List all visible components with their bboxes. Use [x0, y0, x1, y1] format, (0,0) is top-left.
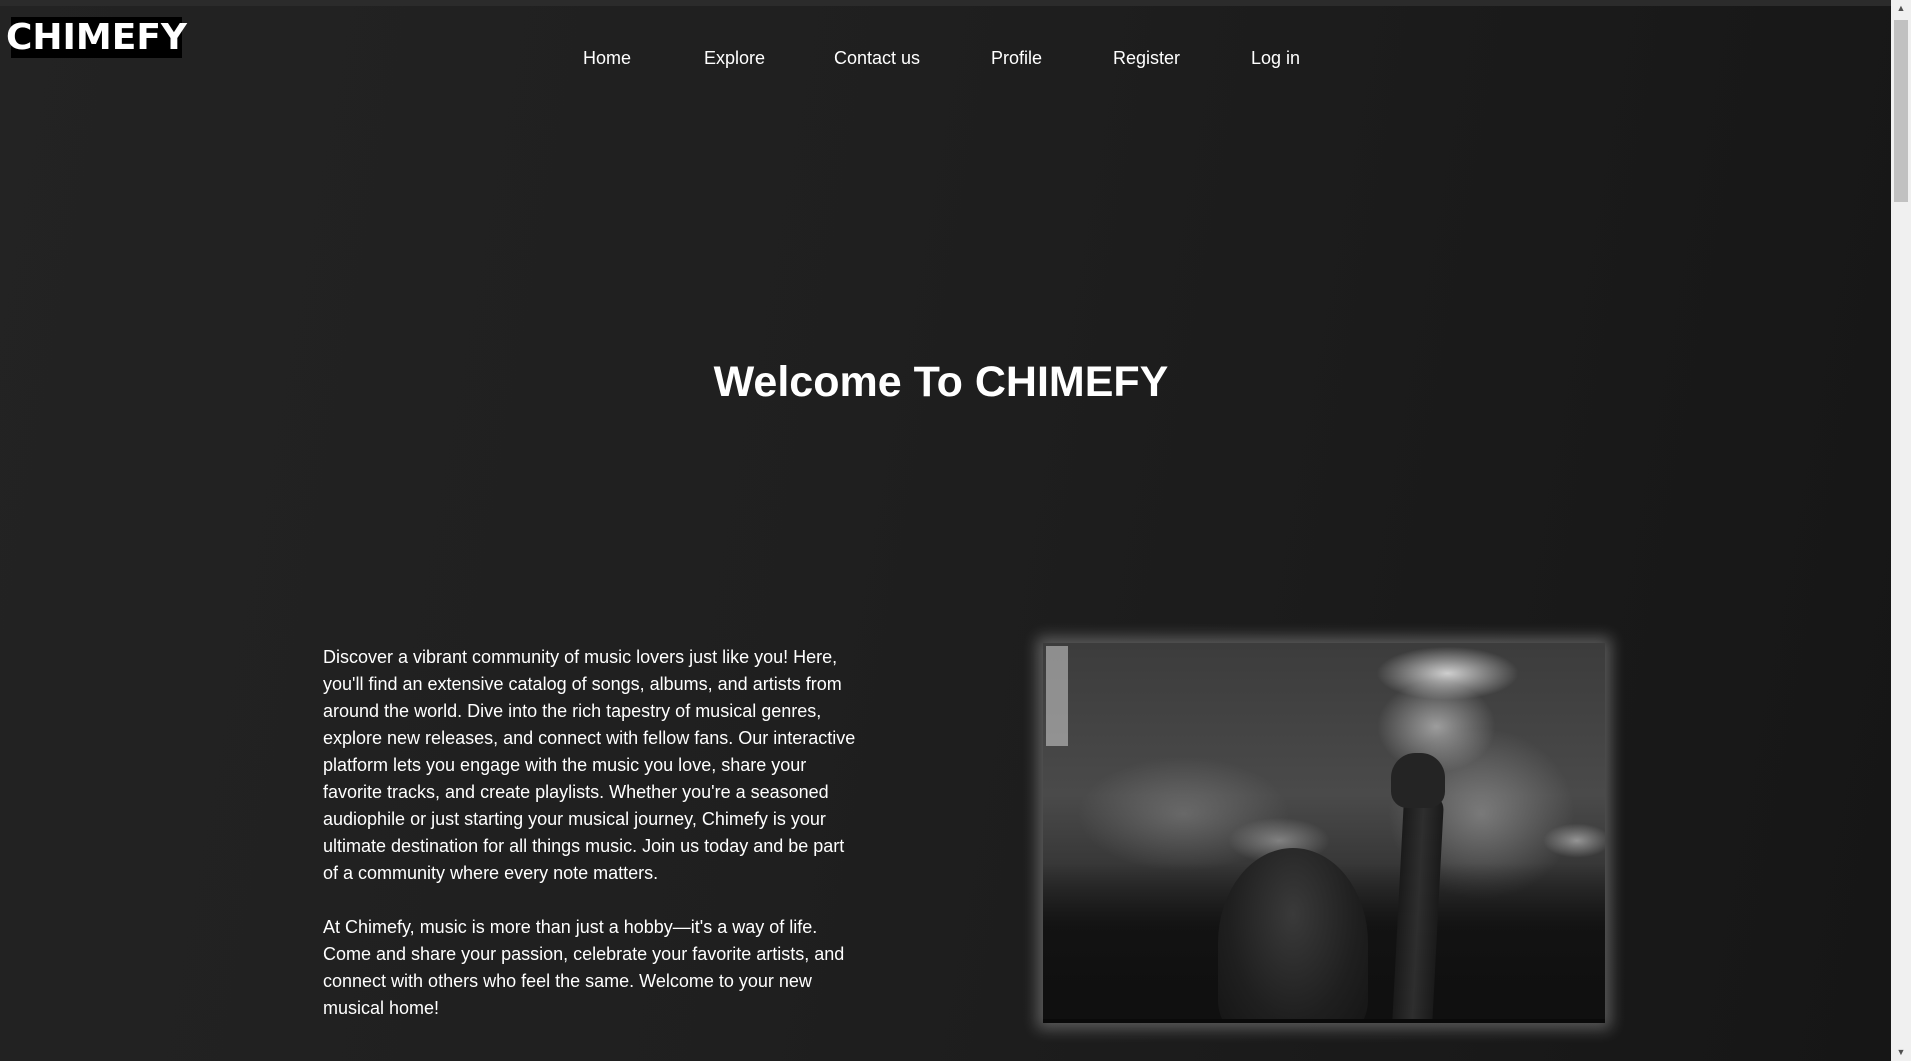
- stage-light: [1046, 646, 1068, 746]
- nav-link-register[interactable]: Register: [1113, 48, 1180, 69]
- nav-link-home[interactable]: Home: [583, 48, 631, 69]
- nav-link-profile[interactable]: Profile: [991, 48, 1042, 69]
- top-border: [0, 0, 1891, 6]
- vertical-scrollbar[interactable]: ▲ ▼: [1891, 0, 1911, 1061]
- scroll-down-arrow-icon[interactable]: ▼: [1891, 1044, 1911, 1061]
- intro-paragraph-2: At Chimefy, music is more than just a ho…: [323, 917, 845, 1018]
- page: CHIMEFY Home Explore Contact us Profile …: [0, 0, 1891, 1061]
- photo-bottom-edge: [1043, 1019, 1605, 1023]
- page-title: Welcome To CHIMEFY: [713, 358, 1169, 406]
- scrollbar-thumb[interactable]: [1894, 20, 1908, 202]
- nav-link-contact-us[interactable]: Contact us: [834, 48, 920, 69]
- nav-link-log-in[interactable]: Log in: [1251, 48, 1300, 69]
- concert-crowd-photo: [1043, 643, 1605, 1023]
- intro-paragraph-1: Discover a vibrant community of music lo…: [323, 647, 856, 883]
- main-nav: Home Explore Contact us Profile Register…: [0, 48, 1891, 76]
- nav-link-explore[interactable]: Explore: [704, 48, 765, 69]
- fan-silhouette: [1218, 848, 1368, 1023]
- rock-hand-gesture: [1391, 753, 1445, 808]
- intro-text: Discover a vibrant community of music lo…: [323, 644, 863, 1049]
- scroll-up-arrow-icon[interactable]: ▲: [1891, 0, 1911, 17]
